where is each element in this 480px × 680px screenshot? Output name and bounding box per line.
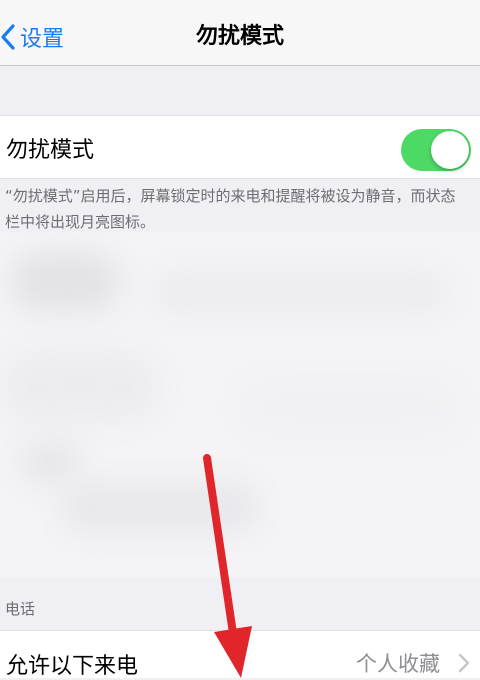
annotation-arrow-icon <box>203 454 252 678</box>
